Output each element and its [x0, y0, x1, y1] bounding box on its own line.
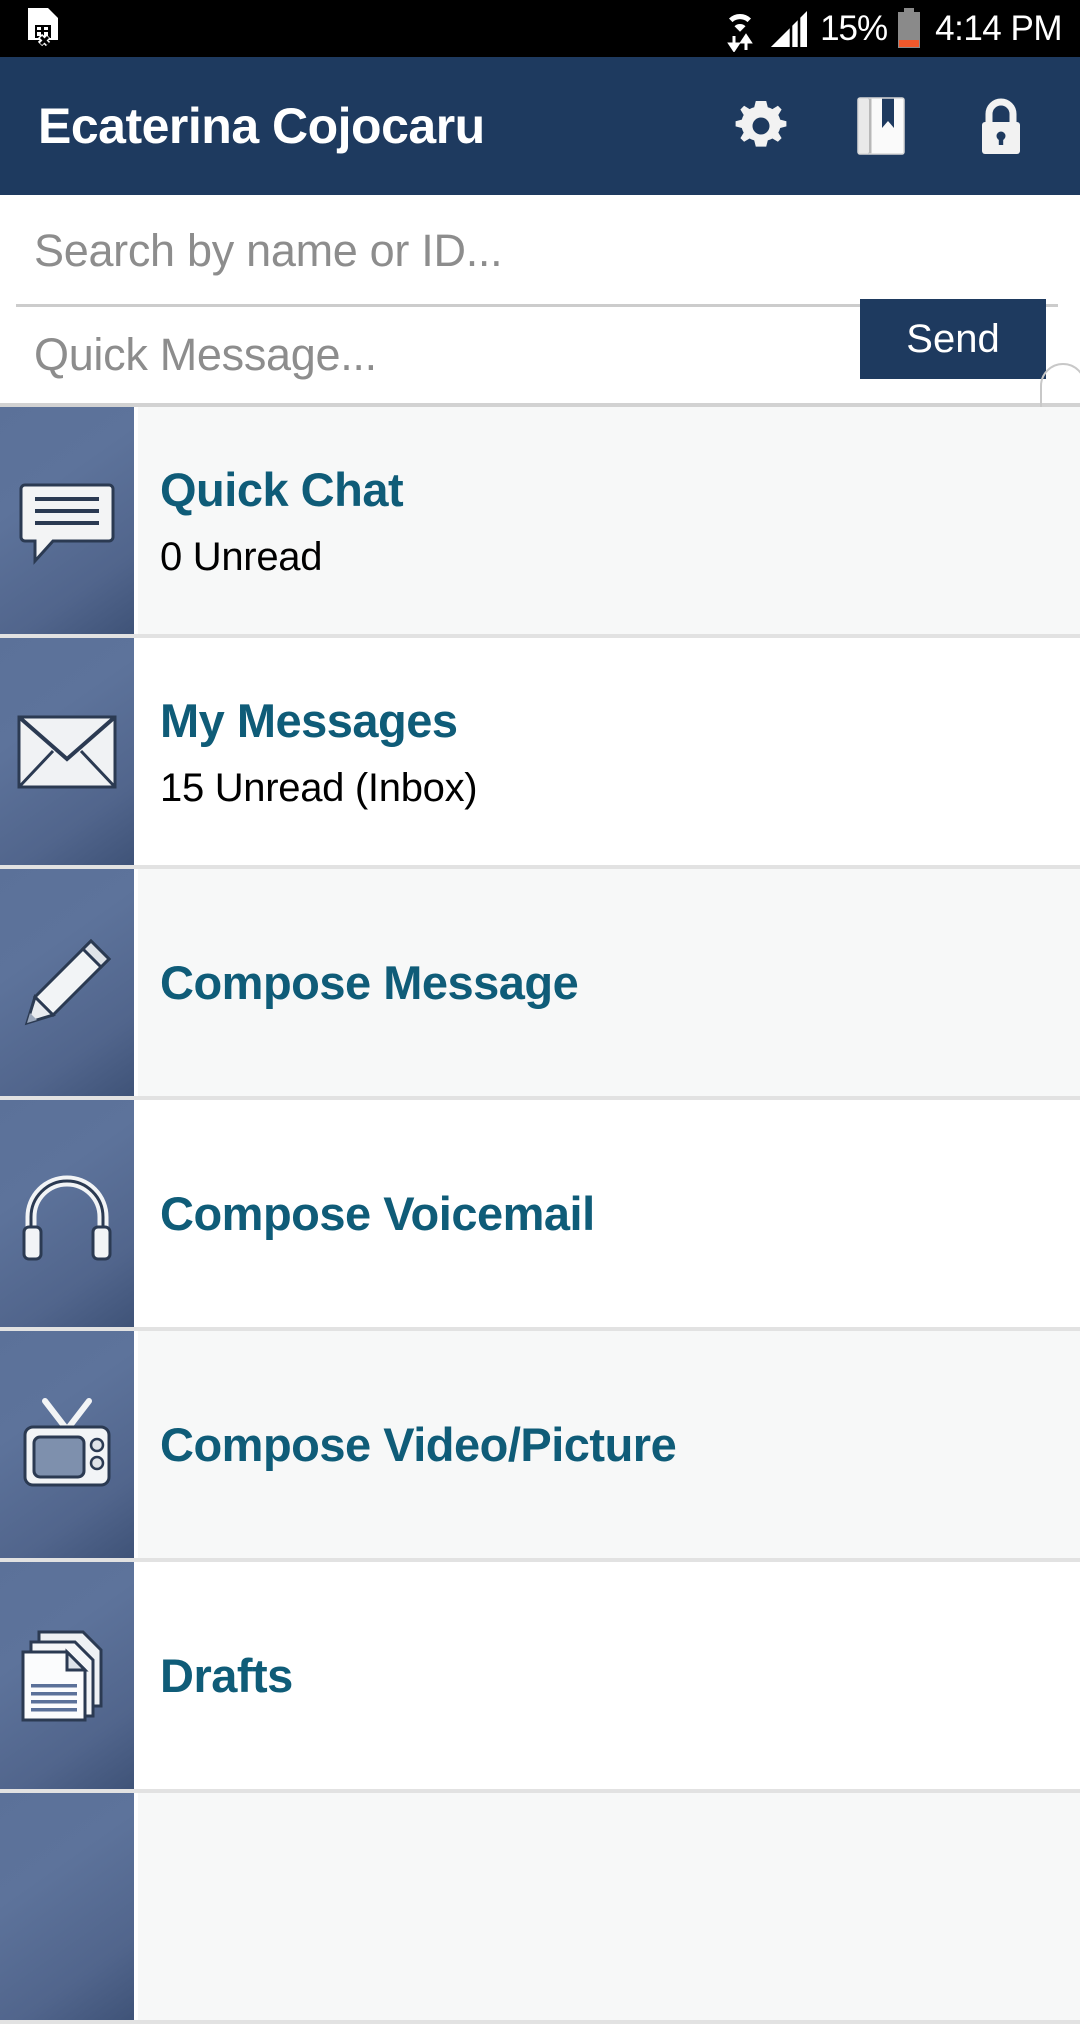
list-item-body: Compose Voicemail	[138, 1100, 1080, 1327]
list-item-my-messages[interactable]: My Messages 15 Unread (Inbox)	[0, 638, 1080, 869]
television-icon	[15, 1393, 119, 1497]
sim-card-error-icon	[22, 6, 66, 52]
gear-icon	[732, 97, 790, 155]
quick-message-row: Quick Message... Send	[0, 299, 1080, 403]
envelope-icon	[15, 711, 119, 793]
cellular-signal-icon	[769, 7, 811, 51]
status-bar-right: 15% 4:14 PM	[720, 6, 1062, 52]
list-item-body: Drafts	[138, 1562, 1080, 1789]
list-item-body: My Messages 15 Unread (Inbox)	[138, 638, 1080, 865]
list-item-title: Drafts	[160, 1648, 293, 1702]
search-input[interactable]: Search by name or ID...	[0, 195, 1080, 307]
menu-list: Quick Chat 0 Unread My Messages 15 Unrea…	[0, 363, 1080, 2024]
list-item-subtitle: 15 Unread (Inbox)	[160, 765, 478, 810]
page-title: Ecaterina Cojocaru	[38, 98, 485, 154]
list-item-body	[138, 1793, 1080, 2020]
list-item-icon-cell	[0, 1331, 138, 1558]
list-item-icon-cell	[0, 407, 138, 634]
lock-icon	[975, 94, 1027, 158]
quick-message-placeholder: Quick Message...	[34, 329, 377, 380]
battery-low-icon	[896, 6, 922, 52]
list-item-body: Quick Chat 0 Unread	[138, 407, 1080, 634]
list-item-title: My Messages	[160, 694, 458, 748]
list-item-icon-cell	[0, 869, 138, 1096]
settings-button[interactable]	[730, 95, 792, 157]
headphones-icon	[15, 1165, 119, 1263]
pencil-icon	[15, 931, 119, 1035]
list-item-body: Compose Video/Picture	[138, 1331, 1080, 1558]
search-placeholder: Search by name or ID...	[34, 225, 503, 276]
list-item-icon-cell	[0, 1562, 138, 1789]
send-button[interactable]: Send	[860, 299, 1046, 379]
input-area: Search by name or ID... Quick Message...…	[0, 195, 1080, 403]
bookmark-button[interactable]	[850, 95, 912, 157]
list-item-icon-cell	[0, 1100, 138, 1327]
status-bar-clock: 4:14 PM	[935, 9, 1062, 48]
list-item-title: Compose Voicemail	[160, 1186, 595, 1240]
list-item-title: Compose Video/Picture	[160, 1417, 677, 1471]
list-item-title: Compose Message	[160, 955, 579, 1009]
list-item-icon-cell	[0, 1793, 138, 2020]
status-bar-left	[22, 6, 66, 52]
list-item-next-partial[interactable]	[0, 1793, 1080, 2024]
list-item-compose-message[interactable]: Compose Message	[0, 869, 1080, 1100]
list-item-compose-video-picture[interactable]: Compose Video/Picture	[0, 1331, 1080, 1562]
app-bar: Ecaterina Cojocaru	[0, 57, 1080, 195]
app-bar-actions	[730, 95, 1050, 157]
wifi-transfer-icon	[720, 6, 760, 52]
list-item-subtitle: 0 Unread	[160, 534, 323, 579]
chat-bubble-icon	[15, 469, 119, 573]
status-bar: 15% 4:14 PM	[0, 0, 1080, 57]
documents-stack-icon	[15, 1624, 119, 1728]
list-item-body: Compose Message	[138, 869, 1080, 1096]
list-item-icon-cell	[0, 638, 138, 865]
bookmark-book-icon	[856, 95, 906, 157]
list-item-title: Quick Chat	[160, 463, 404, 517]
list-item-compose-voicemail[interactable]: Compose Voicemail	[0, 1100, 1080, 1331]
list-item-quick-chat[interactable]: Quick Chat 0 Unread	[0, 407, 1080, 638]
lock-button[interactable]	[970, 95, 1032, 157]
battery-percentage: 15%	[820, 9, 888, 48]
list-item-drafts[interactable]: Drafts	[0, 1562, 1080, 1793]
